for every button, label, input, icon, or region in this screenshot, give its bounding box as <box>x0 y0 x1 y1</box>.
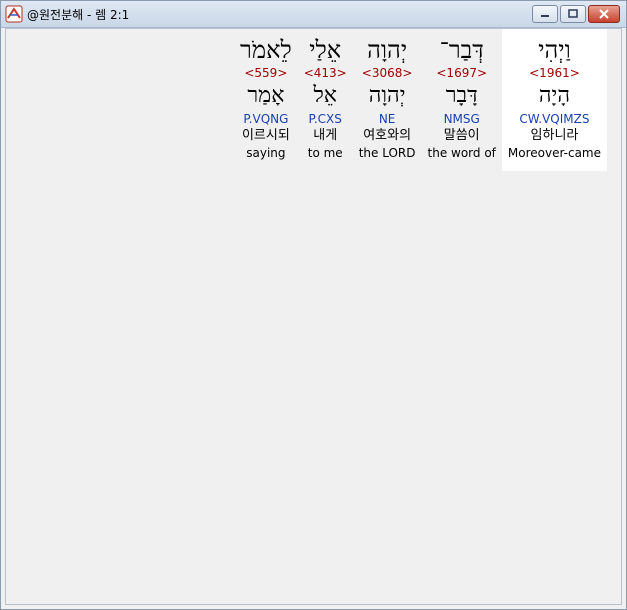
strong-number: <413> <box>303 66 347 80</box>
english-gloss: saying <box>246 146 286 160</box>
hebrew-word: דְּבַר־ <box>439 36 484 64</box>
hebrew-word: וַיְהִי <box>538 36 571 64</box>
morphology-code: P.VQNG <box>243 112 289 126</box>
morphology-code: CW.VQIMZS <box>519 112 590 126</box>
korean-gloss: 여호와의 <box>363 128 412 143</box>
minimize-button[interactable] <box>532 5 558 23</box>
close-button[interactable] <box>588 5 620 23</box>
english-gloss: the word of <box>427 146 496 160</box>
hebrew-lemma: הָיָה <box>538 83 570 108</box>
word-column[interactable]: וַיְהִי <1961> הָיָה CW.VQIMZS 임하니라 More… <box>501 29 607 171</box>
minimize-icon <box>541 15 549 17</box>
window-title: @원전분해 - 렘 2:1 <box>27 8 130 22</box>
korean-gloss: 내게 <box>313 128 338 143</box>
strong-number: <1961> <box>529 66 580 80</box>
word-column[interactable]: דְּבַר־ <1697> דָּבָר NMSG 말씀이 the word … <box>422 29 502 171</box>
strong-number: <3068> <box>361 66 413 80</box>
strong-number: <559> <box>244 66 288 80</box>
hebrew-word: יְהוָה <box>367 36 408 64</box>
morphology-code: P.CXS <box>308 112 342 126</box>
korean-gloss: 임하니라 <box>530 128 579 143</box>
english-gloss: to me <box>307 146 343 160</box>
english-gloss: Moreover-came <box>507 146 601 160</box>
title-bar[interactable]: @원전분해 - 렘 2:1 <box>1 1 626 28</box>
hebrew-lemma: אָמַר <box>247 83 285 108</box>
window-controls <box>532 5 620 23</box>
word-column[interactable]: אֵלַי <413> אֵל P.CXS 내게 to me <box>298 29 353 171</box>
verse-analysis-panel: וַיְהִי <1961> הָיָה CW.VQIMZS 임하니라 More… <box>5 28 622 605</box>
korean-gloss: 이르시되 <box>241 128 290 143</box>
app-window: @원전분해 - 렘 2:1 וַיְהִי <1961> הָיָה CW.VQ… <box>0 0 627 610</box>
hebrew-lemma: דָּבָר <box>445 83 478 108</box>
strong-number: <1697> <box>436 66 488 80</box>
hebrew-word: לֵאמֹר <box>240 36 292 64</box>
maximize-icon <box>568 9 578 18</box>
english-gloss: the LORD <box>358 146 416 160</box>
maximize-button[interactable] <box>560 5 586 23</box>
word-column[interactable]: יְהוָה <3068> יְהוָה NE 여호와의 the LORD <box>353 29 422 171</box>
hebrew-lemma: יְהוָה <box>368 83 406 108</box>
parallel-text-app-icon[interactable] <box>5 5 23 23</box>
hebrew-lemma: אֵל <box>313 83 337 108</box>
word-column[interactable]: לֵאמֹר <559> אָמַר P.VQNG 이르시되 saying <box>234 29 298 171</box>
morphology-code: NMSG <box>443 112 480 126</box>
hebrew-word: אֵלַי <box>309 36 342 64</box>
word-row: וַיְהִי <1961> הָיָה CW.VQIMZS 임하니라 More… <box>234 29 607 171</box>
morphology-code: NE <box>378 112 396 126</box>
close-icon <box>599 9 609 19</box>
korean-gloss: 말씀이 <box>443 128 480 143</box>
